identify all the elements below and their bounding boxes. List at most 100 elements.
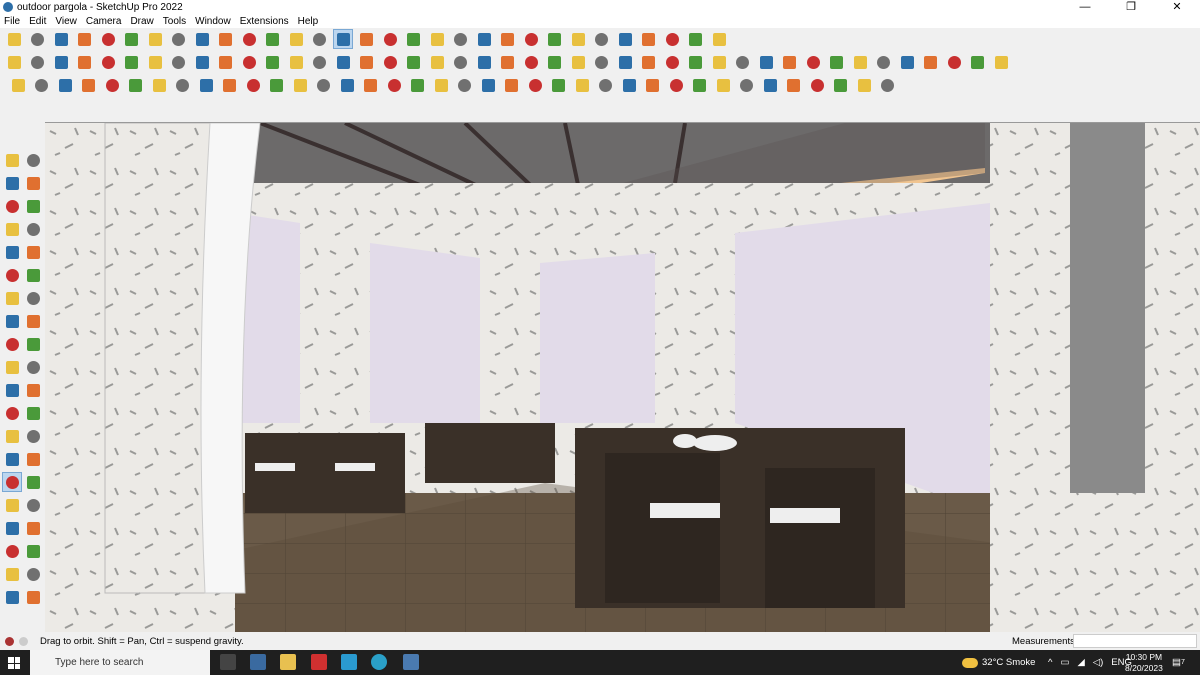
pencil-button[interactable]	[23, 196, 43, 216]
wireframe-button[interactable]	[192, 52, 212, 72]
arrows-button[interactable]	[592, 29, 612, 49]
shape6-button[interactable]	[568, 52, 588, 72]
follow-me-button[interactable]	[169, 29, 189, 49]
rectangle-button[interactable]	[2, 242, 22, 262]
shape21-button[interactable]	[921, 52, 941, 72]
offset-button[interactable]	[23, 380, 43, 400]
zoom-extents-button[interactable]	[404, 29, 424, 49]
menu-draw[interactable]: Draw	[130, 16, 153, 27]
zoom-button[interactable]	[2, 495, 22, 515]
tag-button[interactable]	[2, 196, 22, 216]
circle-button[interactable]	[2, 265, 22, 285]
shape4-button[interactable]	[521, 52, 541, 72]
export-button[interactable]	[709, 29, 729, 49]
sketchup-taskbar-icon[interactable]	[403, 654, 419, 670]
menu-help[interactable]: Help	[298, 16, 319, 27]
dimension-button[interactable]	[2, 449, 22, 469]
tool19-button[interactable]	[502, 75, 522, 95]
select-button[interactable]	[28, 29, 48, 49]
tool4-button[interactable]	[149, 75, 169, 95]
shape10-button[interactable]	[662, 52, 682, 72]
tool10-button[interactable]	[290, 75, 310, 95]
house3-button[interactable]	[357, 52, 377, 72]
shape24-button[interactable]	[991, 52, 1011, 72]
wifi-icon[interactable]: ◢	[1077, 657, 1084, 668]
select-button[interactable]	[2, 150, 22, 170]
tool12-button[interactable]	[337, 75, 357, 95]
shape22-button[interactable]	[944, 52, 964, 72]
volume-icon[interactable]: ◁)	[1093, 657, 1103, 668]
tool14-button[interactable]	[384, 75, 404, 95]
tool24-button[interactable]	[619, 75, 639, 95]
scale-button[interactable]	[239, 29, 259, 49]
right-view-button[interactable]	[75, 52, 95, 72]
notifications-button[interactable]: ▤ 7	[1172, 650, 1185, 675]
tool6-button[interactable]	[196, 75, 216, 95]
tool23-button[interactable]	[596, 75, 616, 95]
section-button[interactable]	[2, 587, 22, 607]
edge-icon[interactable]	[371, 654, 387, 670]
tool17-button[interactable]	[455, 75, 475, 95]
tool20-button[interactable]	[525, 75, 545, 95]
rotate-button[interactable]	[216, 29, 236, 49]
box-button[interactable]	[8, 75, 28, 95]
push-pull-button[interactable]	[145, 29, 165, 49]
tool16-button[interactable]	[431, 75, 451, 95]
tool28-button[interactable]	[713, 75, 733, 95]
section-button[interactable]	[427, 29, 447, 49]
section-display-button[interactable]	[474, 29, 494, 49]
shape17-button[interactable]	[827, 52, 847, 72]
task-view-icon[interactable]	[220, 654, 236, 670]
tool26-button[interactable]	[666, 75, 686, 95]
arc4-button[interactable]	[23, 311, 43, 331]
redo-button[interactable]	[686, 29, 706, 49]
cube2-button[interactable]	[55, 75, 75, 95]
axes-button[interactable]	[23, 426, 43, 446]
arc-button[interactable]	[2, 288, 22, 308]
taskbar-search[interactable]: Type here to search	[30, 650, 210, 675]
eraser-button[interactable]	[23, 173, 43, 193]
undo-button[interactable]	[662, 29, 682, 49]
tool8-button[interactable]	[243, 75, 263, 95]
menu-view[interactable]: View	[55, 16, 77, 27]
minimize-button[interactable]: —	[1062, 0, 1108, 14]
3dsmax-icon[interactable]	[341, 654, 357, 670]
house2-button[interactable]	[333, 52, 353, 72]
clock[interactable]: 10:30 PM 8/20/2023	[1125, 652, 1163, 674]
menu-extensions[interactable]: Extensions	[240, 16, 289, 27]
shape18-button[interactable]	[850, 52, 870, 72]
tool5-button[interactable]	[173, 75, 193, 95]
shape20-button[interactable]	[897, 52, 917, 72]
menu-edit[interactable]: Edit	[29, 16, 46, 27]
arc-button[interactable]	[98, 29, 118, 49]
shape2-button[interactable]	[474, 52, 494, 72]
freehand-button[interactable]	[23, 219, 43, 239]
tool11-button[interactable]	[314, 75, 334, 95]
front-view-button[interactable]	[51, 52, 71, 72]
info-icon[interactable]	[19, 636, 28, 646]
flip-button[interactable]	[639, 29, 659, 49]
tool3-button[interactable]	[126, 75, 146, 95]
tool1-button[interactable]	[79, 75, 99, 95]
section-display-button[interactable]	[23, 587, 43, 607]
chevron-up-icon[interactable]: ^	[1048, 657, 1052, 668]
polygon-button[interactable]	[23, 265, 43, 285]
pan-button[interactable]	[23, 472, 43, 492]
shape15-button[interactable]	[780, 52, 800, 72]
back-view-button[interactable]	[98, 52, 118, 72]
move-button[interactable]	[2, 334, 22, 354]
protractor-button[interactable]	[2, 426, 22, 446]
rotated-rect-button[interactable]	[23, 242, 43, 262]
shape13-button[interactable]	[733, 52, 753, 72]
house-button[interactable]	[310, 52, 330, 72]
shape11-button[interactable]	[686, 52, 706, 72]
tool21-button[interactable]	[549, 75, 569, 95]
zoom-window-button[interactable]	[23, 495, 43, 515]
geo-location-icon[interactable]	[5, 636, 14, 646]
shaded-button[interactable]	[239, 52, 259, 72]
tool18-button[interactable]	[478, 75, 498, 95]
text-button[interactable]	[286, 29, 306, 49]
rotate-button[interactable]	[2, 357, 22, 377]
calculator-icon[interactable]	[250, 654, 266, 670]
text-button[interactable]	[23, 403, 43, 423]
